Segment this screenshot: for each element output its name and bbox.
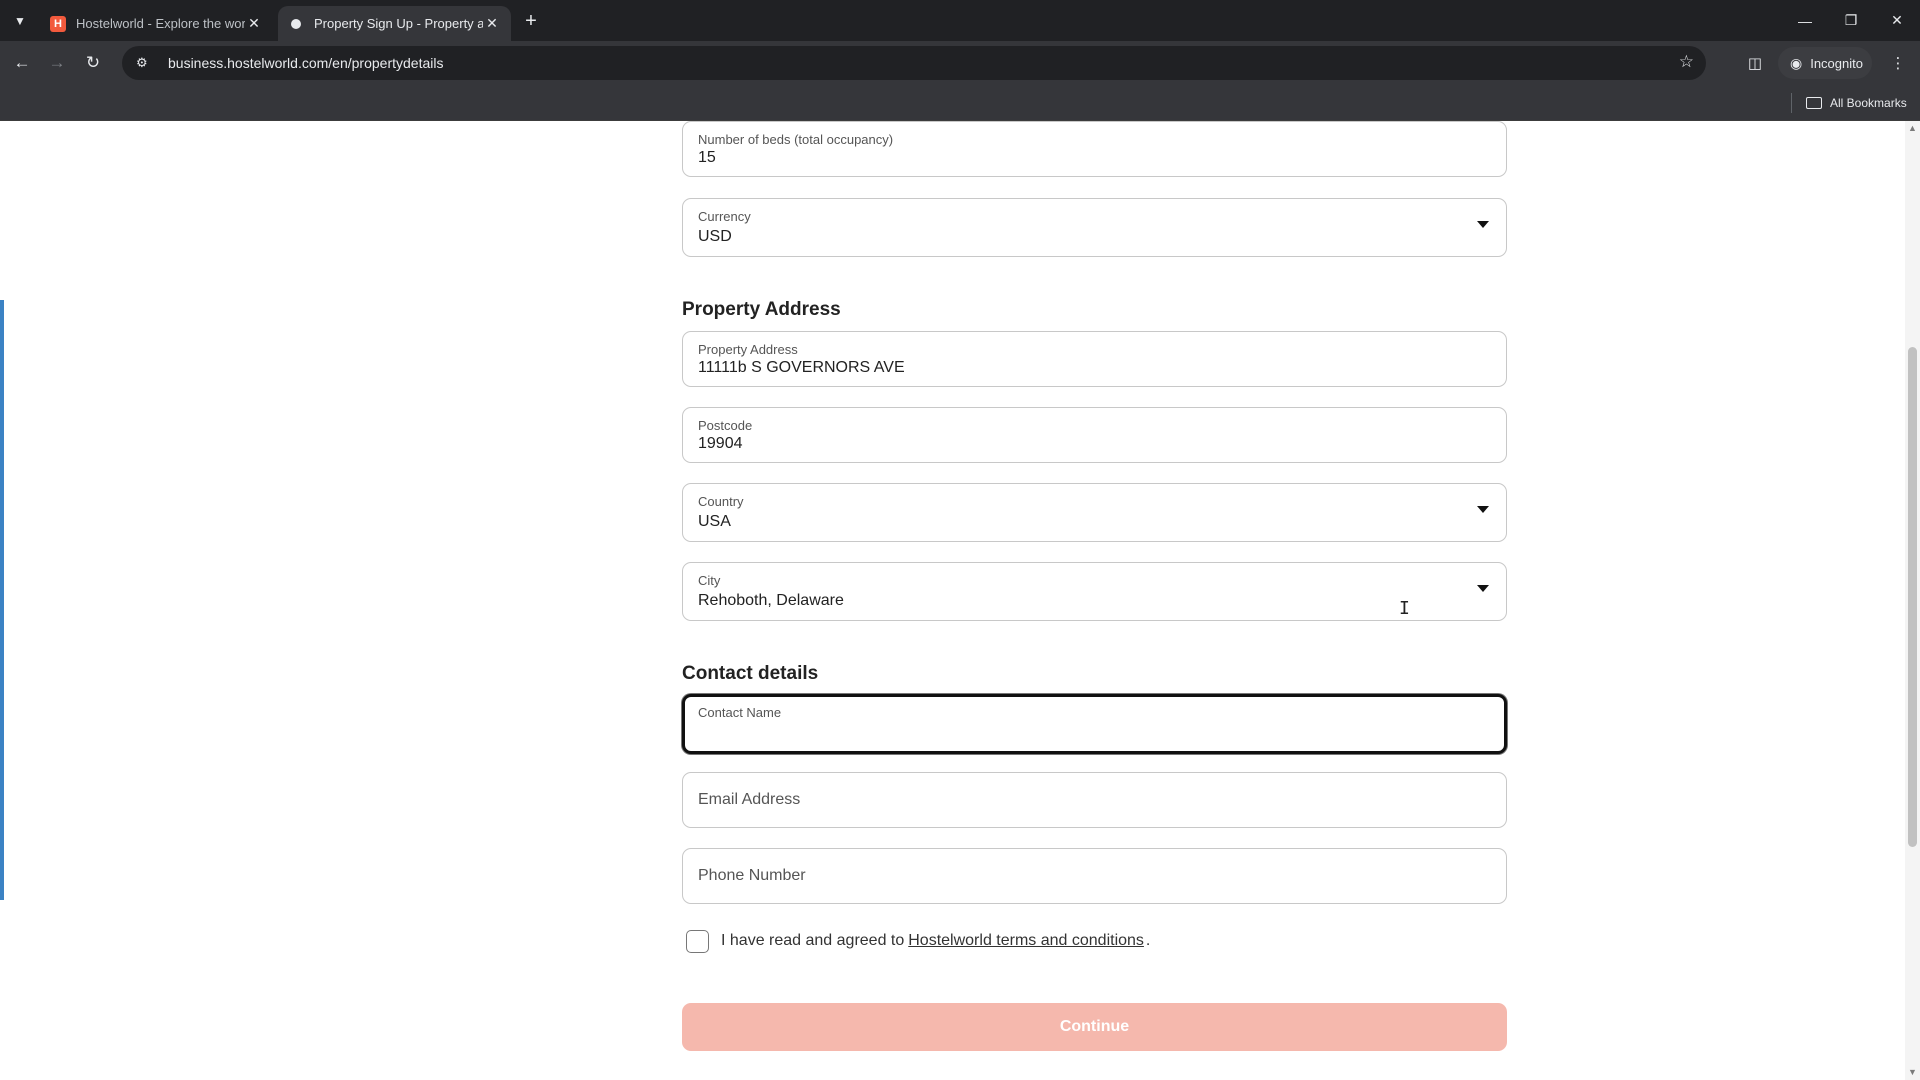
country-value: USA — [698, 513, 731, 530]
dropdown-caret-icon — [1477, 221, 1489, 228]
restore-icon[interactable]: ❐ — [1828, 0, 1874, 41]
postcode-value: 19904 — [698, 435, 743, 452]
phone-field[interactable]: Phone Number — [682, 848, 1507, 904]
browser-chrome: ▼ H Hostelworld - Explore the world ✕ Pr… — [0, 0, 1920, 121]
tab-strip: ▼ H Hostelworld - Explore the world ✕ Pr… — [0, 0, 1920, 41]
terms-suffix: . — [1145, 932, 1151, 949]
tab-title: Hostelworld - Explore the world — [76, 16, 245, 31]
bookmarks-separator — [1791, 93, 1792, 113]
minimize-icon[interactable]: — — [1782, 0, 1828, 41]
forward-arrow-icon[interactable]: → — [43, 49, 71, 77]
tab-title: Property Sign Up - Property and — [314, 16, 483, 31]
city-value: Rehoboth, Delaware — [698, 592, 844, 609]
continue-button[interactable]: Continue — [682, 1003, 1507, 1051]
city-select[interactable]: City Rehoboth, Delaware — [682, 562, 1507, 621]
page-content: Number of beds (total occupancy) 15 Curr… — [0, 121, 1920, 1080]
new-tab-icon[interactable]: + — [519, 9, 543, 33]
incognito-label: Incognito — [1810, 55, 1863, 71]
country-label: Country — [698, 494, 744, 509]
site-settings-icon[interactable]: ⚙ — [136, 55, 156, 71]
address-bar[interactable]: ⚙ business.hostelworld.com/en/propertyde… — [122, 46, 1706, 80]
tab-search-icon[interactable]: ▼ — [8, 9, 32, 33]
dropdown-caret-icon — [1477, 585, 1489, 592]
close-icon[interactable]: ✕ — [483, 15, 501, 33]
bookmarks-bar: All Bookmarks — [0, 85, 1920, 121]
terms-checkbox[interactable] — [686, 929, 709, 953]
city-label: City — [698, 573, 721, 588]
scroll-up-icon[interactable]: ▲ — [1907, 123, 1918, 133]
contact-details-heading: Contact details — [682, 663, 819, 684]
property-address-label: Property Address — [698, 342, 798, 357]
currency-select[interactable]: Currency USD — [682, 198, 1507, 257]
dropdown-caret-icon — [1477, 506, 1489, 513]
terms-prefix: I have read and agreed to — [721, 932, 905, 949]
hostelworld-logo-icon: H — [50, 15, 66, 32]
currency-label: Currency — [698, 209, 751, 224]
property-address-field[interactable]: Property Address 11111b S GOVERNORS AVE — [682, 331, 1507, 387]
incognito-icon: ◉ — [1790, 54, 1803, 71]
text-cursor-icon: I — [1399, 598, 1410, 619]
loading-dot-icon — [288, 16, 304, 32]
property-address-heading: Property Address — [682, 299, 841, 320]
tab-hostelworld[interactable]: H Hostelworld - Explore the world ✕ — [40, 6, 273, 41]
incognito-badge[interactable]: ◉ Incognito — [1778, 47, 1872, 79]
back-arrow-icon[interactable]: ← — [8, 49, 36, 77]
terms-link[interactable]: Hostelworld terms and conditions — [908, 932, 1144, 950]
url-text: business.hostelworld.com/en/propertydeta… — [168, 55, 444, 71]
country-select[interactable]: Country USA — [682, 483, 1507, 542]
currency-value: USD — [698, 228, 732, 245]
property-address-value: 11111b S GOVERNORS AVE — [698, 359, 905, 376]
bookmark-star-icon[interactable]: ☆ — [1679, 52, 1694, 72]
postcode-field[interactable]: Postcode 19904 — [682, 407, 1507, 463]
browser-toolbar: ← → ↻ ⚙ business.hostelworld.com/en/prop… — [0, 41, 1920, 85]
scroll-down-icon[interactable]: ▼ — [1907, 1067, 1918, 1077]
scrollbar[interactable]: ▲ ▼ — [1905, 121, 1920, 1080]
scrollbar-thumb[interactable] — [1908, 347, 1917, 847]
postcode-label: Postcode — [698, 418, 753, 433]
all-bookmarks-label: All Bookmarks — [1830, 96, 1907, 110]
kebab-menu-icon[interactable]: ⋮ — [1884, 49, 1912, 77]
contact-name-label: Contact Name — [698, 705, 782, 720]
contact-name-field[interactable]: Contact Name — [682, 694, 1507, 754]
tab-property-signup[interactable]: Property Sign Up - Property and ✕ — [278, 6, 511, 41]
close-icon[interactable]: ✕ — [245, 15, 263, 33]
terms-agreement-row: I have read and agreed to Hostelworld te… — [686, 929, 1150, 953]
window-close-icon[interactable]: ✕ — [1874, 0, 1920, 41]
email-field[interactable]: Email Address — [682, 772, 1507, 828]
folder-icon — [1806, 97, 1822, 109]
all-bookmarks-button[interactable]: All Bookmarks — [1806, 93, 1907, 113]
beds-label: Number of beds (total occupancy) — [698, 132, 894, 147]
phone-placeholder: Phone Number — [698, 867, 806, 884]
beds-field[interactable]: Number of beds (total occupancy) 15 — [682, 121, 1507, 177]
left-accent-bar — [0, 300, 4, 900]
beds-value: 15 — [698, 149, 716, 166]
email-placeholder: Email Address — [698, 791, 801, 808]
reload-icon[interactable]: ↻ — [79, 49, 107, 77]
side-panel-icon[interactable]: ◫ — [1741, 49, 1769, 77]
